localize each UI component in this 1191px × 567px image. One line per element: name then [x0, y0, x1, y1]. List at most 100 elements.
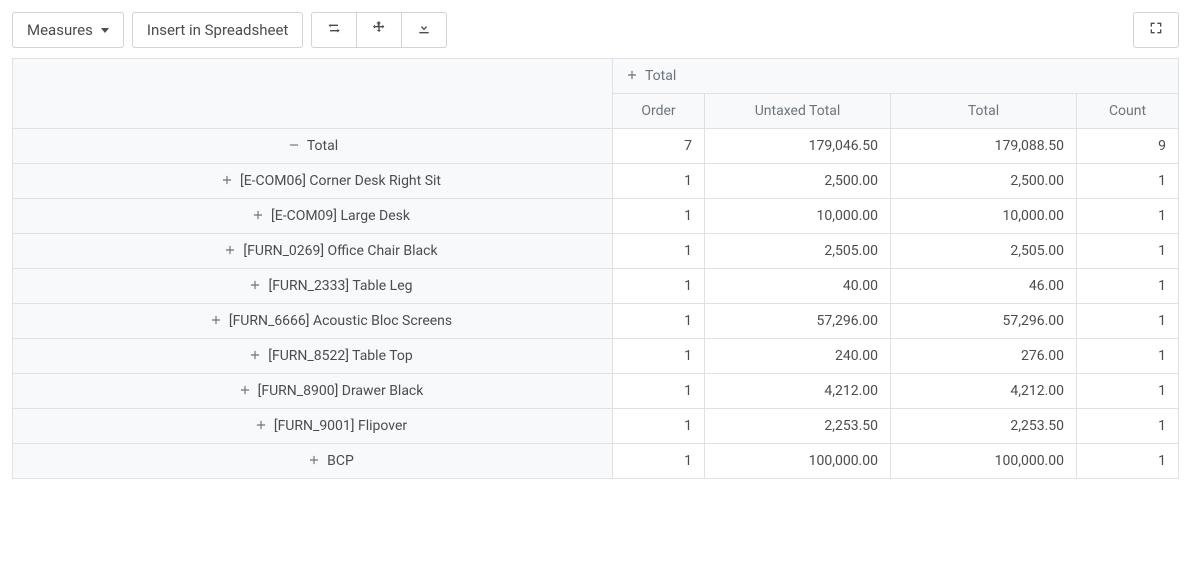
row-header[interactable]: [FURN_8900] Drawer Black [13, 374, 613, 409]
cell-total: 10,000.00 [891, 199, 1077, 234]
cell-count: 9 [1077, 129, 1179, 164]
row-header[interactable]: [FURN_6666] Acoustic Bloc Screens [13, 304, 613, 339]
cell-untaxed: 40.00 [705, 269, 891, 304]
cell-untaxed: 100,000.00 [705, 444, 891, 479]
table-row: [FURN_2333] Table Leg140.0046.001 [13, 269, 1179, 304]
plus-icon [238, 383, 252, 397]
table-row: [FURN_8900] Drawer Black14,212.004,212.0… [13, 374, 1179, 409]
swap-icon [326, 20, 342, 40]
pivot-table: Total Order Untaxed Total Total Count To… [12, 58, 1179, 479]
column-total-label: Total [645, 68, 676, 84]
expand-all-button[interactable] [357, 12, 402, 48]
cell-total: 2,505.00 [891, 234, 1077, 269]
cell-untaxed: 2,505.00 [705, 234, 891, 269]
minus-icon [287, 138, 301, 152]
cell-order: 1 [613, 339, 705, 374]
plus-icon [307, 453, 321, 467]
row-header[interactable]: BCP [13, 444, 613, 479]
grand-total-row: Total 7 179,046.50 179,088.50 9 [13, 129, 1179, 164]
col-total[interactable]: Total [891, 94, 1077, 129]
cell-order: 1 [613, 304, 705, 339]
col-order[interactable]: Order [613, 94, 705, 129]
row-label: [FURN_2333] Table Leg [268, 278, 412, 294]
plus-icon [220, 173, 234, 187]
pivot-top-left [13, 59, 613, 129]
table-row: BCP1100,000.00100,000.001 [13, 444, 1179, 479]
cell-order: 1 [613, 444, 705, 479]
row-header[interactable]: [E-COM09] Large Desk [13, 199, 613, 234]
cell-order: 1 [613, 409, 705, 444]
cell-total: 57,296.00 [891, 304, 1077, 339]
plus-icon [251, 208, 265, 222]
cell-untaxed: 10,000.00 [705, 199, 891, 234]
table-row: [FURN_0269] Office Chair Black12,505.002… [13, 234, 1179, 269]
move-icon [371, 20, 387, 40]
cell-untaxed: 57,296.00 [705, 304, 891, 339]
cell-order: 1 [613, 269, 705, 304]
row-label: [FURN_9001] Flipover [274, 418, 407, 434]
row-label: [FURN_8522] Table Top [268, 348, 412, 364]
grand-total-header[interactable]: Total [13, 129, 613, 164]
cell-count: 1 [1077, 269, 1179, 304]
cell-untaxed: 240.00 [705, 339, 891, 374]
table-row: [FURN_9001] Flipover12,253.502,253.501 [13, 409, 1179, 444]
insert-spreadsheet-label: Insert in Spreadsheet [147, 21, 288, 39]
row-label: [E-COM06] Corner Desk Right Sit [240, 173, 441, 189]
cell-count: 1 [1077, 304, 1179, 339]
cell-order: 1 [613, 199, 705, 234]
cell-total: 46.00 [891, 269, 1077, 304]
cell-count: 1 [1077, 409, 1179, 444]
toolbar: Measures Insert in Spreadsheet [12, 12, 1179, 48]
pivot-body: Total 7 179,046.50 179,088.50 9 [E-COM06… [13, 129, 1179, 479]
plus-icon [254, 418, 268, 432]
fullscreen-button[interactable] [1133, 12, 1179, 48]
col-count[interactable]: Count [1077, 94, 1179, 129]
cell-order: 1 [613, 234, 705, 269]
cell-total: 2,500.00 [891, 164, 1077, 199]
cell-untaxed: 2,500.00 [705, 164, 891, 199]
table-row: [E-COM09] Large Desk110,000.0010,000.001 [13, 199, 1179, 234]
plus-icon [209, 313, 223, 327]
table-row: [FURN_6666] Acoustic Bloc Screens157,296… [13, 304, 1179, 339]
cell-untaxed: 2,253.50 [705, 409, 891, 444]
grand-total-label: Total [307, 138, 338, 154]
plus-icon [223, 243, 237, 257]
download-button[interactable] [402, 12, 447, 48]
flip-axis-button[interactable] [311, 12, 357, 48]
cell-count: 1 [1077, 339, 1179, 374]
cell-order: 1 [613, 164, 705, 199]
row-header[interactable]: [FURN_9001] Flipover [13, 409, 613, 444]
cell-untaxed: 4,212.00 [705, 374, 891, 409]
pivot-tools-group [311, 12, 447, 48]
row-header[interactable]: [FURN_2333] Table Leg [13, 269, 613, 304]
cell-total: 4,212.00 [891, 374, 1077, 409]
cell-order: 1 [613, 374, 705, 409]
row-label: [FURN_0269] Office Chair Black [243, 243, 437, 259]
row-label: [E-COM09] Large Desk [271, 208, 410, 224]
row-label: [FURN_6666] Acoustic Bloc Screens [229, 313, 452, 329]
row-header[interactable]: [E-COM06] Corner Desk Right Sit [13, 164, 613, 199]
column-total-header[interactable]: Total [613, 59, 1179, 94]
col-untaxed[interactable]: Untaxed Total [705, 94, 891, 129]
cell-total: 100,000.00 [891, 444, 1077, 479]
caret-down-icon [101, 28, 109, 33]
expand-icon [1148, 20, 1164, 40]
cell-total: 2,253.50 [891, 409, 1077, 444]
cell-total: 179,088.50 [891, 129, 1077, 164]
cell-untaxed: 179,046.50 [705, 129, 891, 164]
cell-count: 1 [1077, 199, 1179, 234]
cell-total: 276.00 [891, 339, 1077, 374]
cell-count: 1 [1077, 164, 1179, 199]
cell-order: 7 [613, 129, 705, 164]
cell-count: 1 [1077, 374, 1179, 409]
download-icon [416, 20, 432, 40]
insert-spreadsheet-button[interactable]: Insert in Spreadsheet [132, 12, 303, 48]
table-row: [E-COM06] Corner Desk Right Sit12,500.00… [13, 164, 1179, 199]
row-label: [FURN_8900] Drawer Black [258, 383, 424, 399]
cell-count: 1 [1077, 444, 1179, 479]
row-header[interactable]: [FURN_0269] Office Chair Black [13, 234, 613, 269]
row-header[interactable]: [FURN_8522] Table Top [13, 339, 613, 374]
plus-icon [248, 278, 262, 292]
table-row: [FURN_8522] Table Top1240.00276.001 [13, 339, 1179, 374]
measures-dropdown[interactable]: Measures [12, 12, 124, 48]
